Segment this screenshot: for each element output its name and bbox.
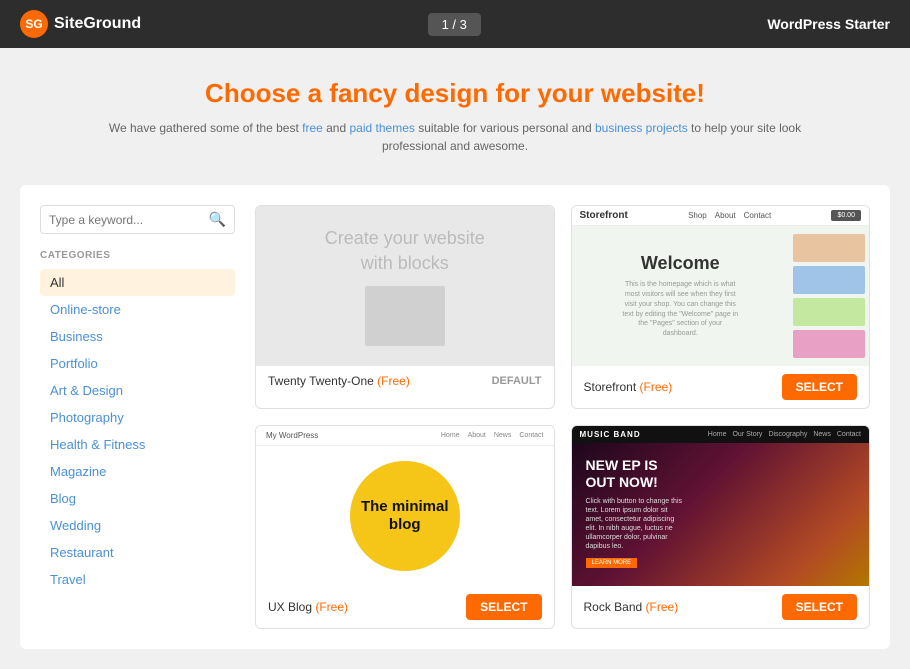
search-box[interactable]: 🔍	[40, 205, 235, 234]
paid-link[interactable]: paid themes	[350, 121, 415, 135]
theme-preview-ux-blog: My WordPress Home About News Contact The…	[256, 426, 554, 586]
theme-preview-storefront: Storefront Shop About Contact $0.00 Welc…	[572, 206, 870, 366]
theme-card-twenty-twenty-one: Create your websitewith blocks Twenty Tw…	[255, 205, 555, 409]
search-icon: 🔍	[209, 211, 226, 228]
uxblog-nav-about: About	[468, 432, 486, 439]
sf-cart-button: $0.00	[831, 210, 861, 221]
rb-nav-contact: Contact	[837, 431, 861, 438]
uxblog-header: My WordPress Home About News Contact	[256, 426, 554, 446]
rb-subtitle: Click with button to change this text. L…	[586, 497, 686, 552]
theme-footer-ux-blog: UX Blog (Free) SELECT	[256, 586, 554, 628]
theme-preview-rock-band: MUSIC BAND Home Our Story Discography Ne…	[572, 426, 870, 586]
theme-price-twenty-twenty-one: (Free)	[377, 374, 410, 388]
theme-name-storefront: Storefront (Free)	[584, 380, 673, 394]
sidebar-item-wedding[interactable]: Wedding	[40, 512, 235, 539]
theme-name-ux-blog: UX Blog (Free)	[268, 600, 348, 614]
theme-card-rock-band: MUSIC BAND Home Our Story Discography Ne…	[571, 425, 871, 629]
rb-header: MUSIC BAND Home Our Story Discography Ne…	[572, 426, 870, 443]
sidebar-item-health-fitness[interactable]: Health & Fitness	[40, 431, 235, 458]
sf-description: This is the homepage which is what most …	[620, 280, 740, 339]
theme-price-storefront: (Free)	[640, 380, 673, 394]
hero-subtitle: We have gathered some of the best free a…	[105, 119, 805, 155]
main-content: 🔍 CATEGORIES All Online-store Business P…	[20, 185, 890, 649]
site-logo: SG SiteGround	[20, 10, 141, 38]
search-input[interactable]	[49, 213, 209, 227]
sidebar: 🔍 CATEGORIES All Online-store Business P…	[40, 205, 235, 629]
sidebar-item-art-design[interactable]: Art & Design	[40, 377, 235, 404]
business-link[interactable]: business projects	[595, 121, 688, 135]
theme-footer-twenty-twenty-one: Twenty Twenty-One (Free) DEFAULT	[256, 366, 554, 396]
theme-footer-storefront: Storefront (Free) SELECT	[572, 366, 870, 408]
sidebar-item-blog[interactable]: Blog	[40, 485, 235, 512]
sidebar-item-magazine[interactable]: Magazine	[40, 458, 235, 485]
rb-nav-home: Home	[708, 431, 727, 438]
rb-overlay: NEW EP ISOUT NOW! Click with button to c…	[572, 443, 870, 586]
theme-price-ux-blog: (Free)	[315, 600, 348, 614]
hero-section: Choose a fancy design for your website! …	[0, 48, 910, 175]
rb-nav-story: Our Story	[732, 431, 762, 438]
sidebar-item-all[interactable]: All	[40, 269, 235, 296]
theme-price-rock-band: (Free)	[646, 600, 679, 614]
uxblog-nav-contact: Contact	[519, 432, 543, 439]
sidebar-item-business[interactable]: Business	[40, 323, 235, 350]
sidebar-item-online-store[interactable]: Online-store	[40, 296, 235, 323]
uxblog-nav: Home About News Contact	[441, 432, 544, 439]
uxblog-circle: The minimalblog	[350, 461, 460, 571]
uxblog-nav-news: News	[494, 432, 512, 439]
preview-text: Create your websitewith blocks	[325, 226, 485, 276]
theme-preview-twenty-twenty-one: Create your websitewith blocks	[256, 206, 554, 366]
categories-label: CATEGORIES	[40, 250, 235, 261]
free-link[interactable]: free	[302, 121, 323, 135]
select-button-ux-blog[interactable]: SELECT	[466, 594, 541, 620]
sidebar-item-restaurant[interactable]: Restaurant	[40, 539, 235, 566]
rb-logo: MUSIC BAND	[580, 430, 641, 439]
sf-product-3	[793, 298, 865, 326]
select-button-rock-band[interactable]: SELECT	[782, 594, 857, 620]
theme-card-ux-blog: My WordPress Home About News Contact The…	[255, 425, 555, 629]
sf-main-content: Welcome This is the homepage which is wh…	[572, 226, 790, 366]
uxblog-nav-home: Home	[441, 432, 460, 439]
storefront-header: Storefront Shop About Contact $0.00	[572, 206, 870, 226]
default-badge: DEFAULT	[492, 375, 542, 387]
sidebar-item-travel[interactable]: Travel	[40, 566, 235, 593]
sf-nav-about: About	[715, 211, 736, 220]
preview-image-placeholder	[365, 286, 445, 346]
theme-footer-rock-band: Rock Band (Free) SELECT	[572, 586, 870, 628]
rb-nav-news: News	[813, 431, 831, 438]
rb-learn-more-btn: LEARN MORE	[586, 558, 638, 568]
select-button-storefront[interactable]: SELECT	[782, 374, 857, 400]
theme-name-twenty-twenty-one: Twenty Twenty-One (Free)	[268, 374, 410, 388]
storefront-body: Welcome This is the homepage which is wh…	[572, 226, 870, 366]
plan-label: WordPress Starter	[767, 16, 890, 32]
sf-product-4	[793, 330, 865, 358]
themes-grid: Create your websitewith blocks Twenty Tw…	[255, 205, 870, 629]
hero-title: Choose a fancy design for your website!	[20, 78, 890, 109]
rb-nav-discography: Discography	[768, 431, 807, 438]
rb-headline: NEW EP ISOUT NOW!	[586, 457, 686, 491]
sidebar-item-portfolio[interactable]: Portfolio	[40, 350, 235, 377]
theme-card-storefront: Storefront Shop About Contact $0.00 Welc…	[571, 205, 871, 409]
rb-nav: Home Our Story Discography News Contact	[708, 431, 861, 438]
sf-product-2	[793, 266, 865, 294]
logo-icon: SG	[20, 10, 48, 38]
uxblog-body: The minimalblog	[256, 446, 554, 586]
sf-nav-shop: Shop	[688, 211, 707, 220]
sf-logo: Storefront	[580, 210, 628, 221]
sidebar-item-photography[interactable]: Photography	[40, 404, 235, 431]
rb-body: NEW EP ISOUT NOW! Click with button to c…	[572, 443, 870, 586]
sf-nav-contact: Contact	[744, 211, 772, 220]
rb-text-content: NEW EP ISOUT NOW! Click with button to c…	[586, 457, 686, 569]
logo-text: SiteGround	[54, 15, 141, 33]
uxblog-site-name: My WordPress	[266, 431, 318, 440]
theme-name-rock-band: Rock Band (Free)	[584, 600, 679, 614]
pagination-indicator: 1 / 3	[428, 13, 481, 36]
sf-welcome-text: Welcome	[641, 253, 720, 274]
sf-nav: Shop About Contact	[688, 211, 771, 220]
sf-product-1	[793, 234, 865, 262]
sf-products	[789, 226, 869, 366]
main-header: SG SiteGround 1 / 3 WordPress Starter	[0, 0, 910, 48]
